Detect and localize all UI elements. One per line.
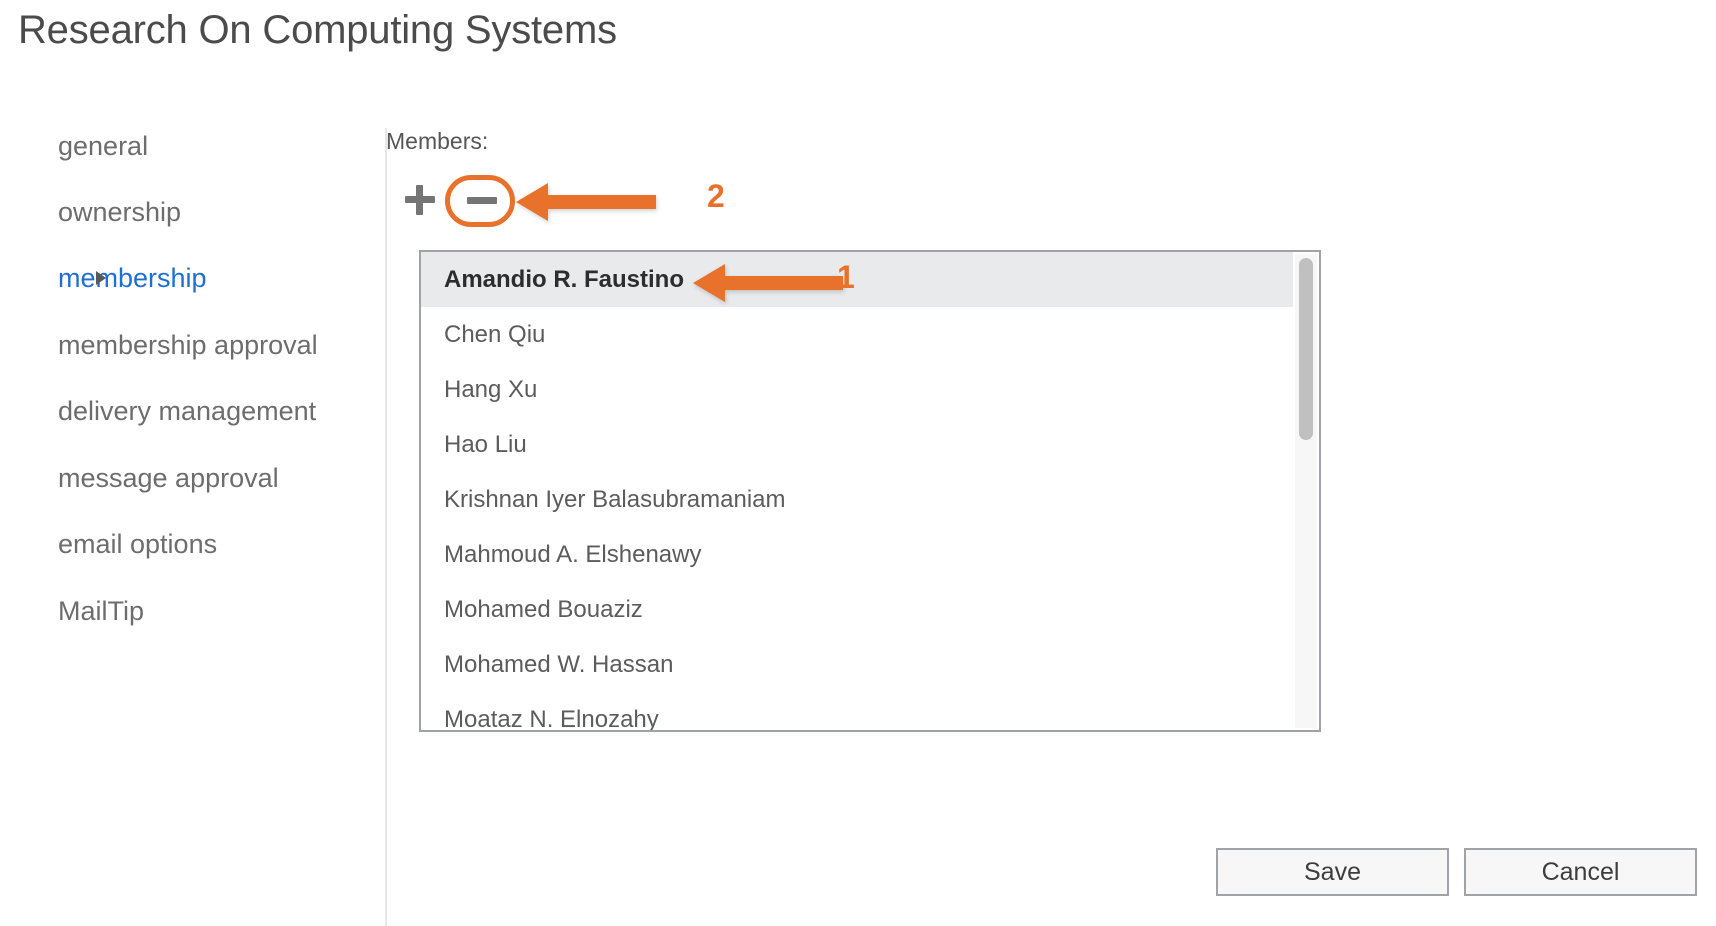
sidebar-item-ownership[interactable]: ownership	[58, 192, 181, 232]
sidebar-item-label: membership approval	[58, 329, 318, 360]
member-name: Chen Qiu	[444, 320, 546, 348]
member-name: Mohamed W. Hassan	[444, 650, 674, 678]
add-member-button[interactable]	[392, 172, 448, 228]
sidebar-item-message-approval[interactable]: message approval	[58, 458, 279, 498]
page-title: Research On Computing Systems	[18, 8, 617, 52]
sidebar-nav: general ownership membership membership …	[0, 118, 386, 926]
member-name: Mohamed Bouaziz	[444, 595, 643, 623]
list-item[interactable]: Mohamed W. Hassan	[421, 637, 1293, 692]
callout-arrow-two	[516, 183, 656, 221]
save-button[interactable]: Save	[1216, 848, 1449, 896]
members-toolbar	[392, 172, 532, 228]
dialog-root: Research On Computing Systems general ow…	[0, 0, 1716, 926]
members-label: Members:	[386, 128, 489, 154]
sidebar-item-label: general	[58, 130, 149, 161]
list-item[interactable]: Mohamed Bouaziz	[421, 582, 1293, 637]
sidebar-item-delivery-management[interactable]: delivery management	[58, 391, 316, 431]
list-item[interactable]: Hang Xu	[421, 362, 1293, 417]
member-name: Amandio R. Faustino	[444, 265, 684, 293]
sidebar-item-mailtip[interactable]: MailTip	[58, 591, 144, 631]
sidebar-item-membership[interactable]: membership	[58, 258, 207, 298]
member-name: Hang Xu	[444, 375, 538, 403]
list-item[interactable]: Chen Qiu	[421, 307, 1293, 362]
list-item[interactable]: Moataz N. Elnozahy	[421, 692, 1293, 731]
sidebar-item-general[interactable]: general	[58, 126, 148, 166]
sidebar-item-label: delivery management	[58, 395, 317, 426]
members-list-scrollbar[interactable]	[1295, 254, 1317, 728]
cancel-button[interactable]: Cancel	[1464, 848, 1697, 896]
member-name: Moataz N. Elnozahy	[444, 705, 659, 731]
sidebar-item-label: email options	[58, 528, 218, 559]
sidebar-item-label: MailTip	[58, 595, 145, 626]
scrollbar-thumb[interactable]	[1299, 258, 1313, 440]
sidebar-item-label: message approval	[58, 462, 279, 493]
list-item[interactable]: Krishnan Iyer Balasubramaniam	[421, 472, 1293, 527]
list-item[interactable]: Mahmoud A. Elshenawy	[421, 527, 1293, 582]
sidebar-item-membership-approval[interactable]: membership approval	[58, 325, 318, 365]
sidebar-item-label: membership	[58, 262, 207, 293]
sidebar-item-label: ownership	[58, 196, 182, 227]
sidebar-divider	[385, 128, 387, 926]
list-item[interactable]: Hao Liu	[421, 417, 1293, 472]
callout-number-two: 2	[707, 178, 725, 214]
member-name: Mahmoud A. Elshenawy	[444, 540, 702, 568]
list-item[interactable]: Amandio R. Faustino	[421, 252, 1293, 307]
minus-icon	[467, 196, 497, 204]
plus-icon	[405, 185, 435, 215]
triangle-right-icon	[96, 271, 106, 285]
sidebar-item-email-options[interactable]: email options	[58, 524, 217, 564]
member-name: Hao Liu	[444, 430, 527, 458]
arrow-shaft	[548, 195, 656, 209]
members-list-viewport: Amandio R. Faustino Chen Qiu Hang Xu Hao…	[421, 252, 1293, 730]
remove-member-button[interactable]	[454, 172, 510, 228]
member-name: Krishnan Iyer Balasubramaniam	[444, 485, 786, 513]
members-list[interactable]: Amandio R. Faustino Chen Qiu Hang Xu Hao…	[419, 250, 1321, 732]
